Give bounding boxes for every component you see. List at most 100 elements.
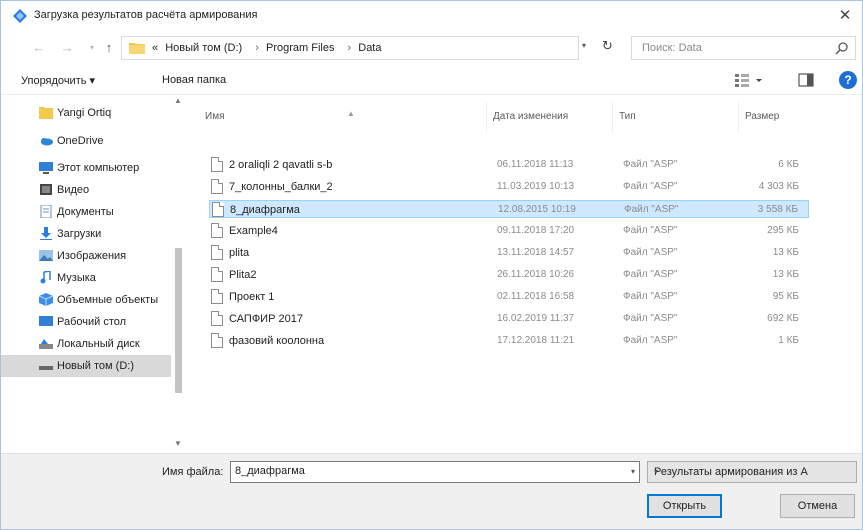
file-row-selected[interactable]: 8_диафрагма 12.08.2015 10:19 Файл "ASP" … bbox=[209, 200, 809, 218]
file-size: 4 303 КБ bbox=[758, 181, 799, 192]
nav-item-label: Локальный диск bbox=[57, 338, 140, 350]
open-button[interactable]: Открыть bbox=[647, 494, 722, 518]
file-open-dialog: Загрузка результатов расчёта армирования… bbox=[0, 0, 863, 530]
chevron-down-icon[interactable]: ▾ bbox=[631, 467, 635, 476]
breadcrumb-data[interactable]: Data bbox=[358, 42, 381, 54]
sort-ascending-icon: ▲ bbox=[347, 109, 355, 118]
cloud-icon bbox=[41, 138, 53, 146]
nav-item-video[interactable]: Видео bbox=[1, 179, 173, 201]
app-icon bbox=[13, 9, 27, 23]
file-date: 17.12.2018 11:21 bbox=[497, 335, 575, 346]
nav-item-label: Загрузки bbox=[57, 228, 102, 240]
file-icon bbox=[211, 289, 223, 304]
breadcrumb-overflow[interactable]: « bbox=[152, 42, 158, 54]
history-dropdown-icon[interactable]: ▾ bbox=[84, 39, 100, 57]
file-icon bbox=[211, 311, 223, 326]
address-bar[interactable]: « Новый том (D:) › Program Files › Data bbox=[121, 36, 579, 60]
breadcrumb-program-files[interactable]: Program Files bbox=[266, 42, 334, 54]
file-size: 13 КБ bbox=[772, 247, 799, 258]
nav-item-3d-objects[interactable]: Объемные объекты bbox=[1, 289, 173, 311]
file-row[interactable]: САПФИР 2017 16.02.2019 11:37 Файл "ASP" … bbox=[209, 310, 809, 328]
scrollbar-thumb[interactable] bbox=[175, 248, 182, 393]
close-button[interactable]: ✕ bbox=[834, 5, 856, 27]
cancel-button[interactable]: Отмена bbox=[780, 494, 855, 518]
nav-item-desktop[interactable]: Рабочий стол bbox=[1, 311, 173, 333]
filename-combobox[interactable]: ▾ bbox=[230, 461, 640, 483]
file-type: Файл "ASP" bbox=[624, 204, 679, 215]
column-header-name[interactable]: Имя ▲ bbox=[199, 102, 487, 132]
breadcrumb-drive[interactable]: Новый том (D:) bbox=[165, 42, 242, 54]
drive-icon bbox=[39, 366, 53, 370]
navigation-pane: Yangi Ortiq OneDrive Этот компьютер Виде… bbox=[1, 96, 186, 453]
breadcrumb-separator: › bbox=[255, 42, 259, 54]
file-icon bbox=[211, 157, 223, 172]
nav-item-this-pc[interactable]: Этот компьютер bbox=[1, 157, 173, 179]
new-folder-button[interactable]: Новая папка bbox=[162, 74, 226, 86]
file-row[interactable]: 7_колонны_балки_2 11.03.2019 10:13 Файл … bbox=[209, 178, 809, 196]
file-row[interactable]: Plita2 26.11.2018 10:26 Файл "ASP" 13 КБ bbox=[209, 266, 809, 284]
file-size: 13 КБ bbox=[772, 269, 799, 280]
nav-scrollbar[interactable]: ▲ ▼ bbox=[171, 96, 185, 453]
help-icon[interactable]: ? bbox=[839, 71, 857, 89]
file-row[interactable]: Example4 09.11.2018 17:20 Файл "ASP" 295… bbox=[209, 222, 809, 240]
nav-item-label: OneDrive bbox=[57, 135, 104, 147]
file-type: Файл "ASP" bbox=[623, 291, 678, 302]
title-bar: Загрузка результатов расчёта армирования… bbox=[1, 1, 862, 31]
up-arrow-icon[interactable]: ↑ bbox=[101, 39, 117, 57]
scroll-up-icon[interactable]: ▲ bbox=[174, 96, 182, 105]
file-date: 13.11.2018 14:57 bbox=[497, 247, 575, 258]
file-row[interactable]: plita 13.11.2018 14:57 Файл "ASP" 13 КБ bbox=[209, 244, 809, 262]
file-date: 09.11.2018 17:20 bbox=[497, 225, 575, 236]
address-dropdown-icon[interactable]: ▾ bbox=[582, 41, 586, 50]
file-size: 95 КБ bbox=[772, 291, 799, 302]
file-icon bbox=[211, 179, 223, 194]
nav-item-downloads[interactable]: Загрузки bbox=[1, 223, 173, 245]
breadcrumb-separator: › bbox=[347, 42, 352, 54]
file-date: 11.03.2019 10:13 bbox=[497, 181, 575, 192]
column-header-type[interactable]: Тип bbox=[613, 102, 739, 132]
file-list: Имя ▲ Дата изменения Тип Размер 2 oraliq… bbox=[199, 96, 862, 446]
nav-item-yangi-ortiq[interactable]: Yangi Ortiq bbox=[1, 102, 173, 124]
search-box[interactable]: Поиск: Data bbox=[631, 36, 856, 60]
filetype-select[interactable]: Результаты армирования из А ▾ bbox=[647, 461, 857, 483]
file-name: 8_диафрагма bbox=[230, 204, 300, 216]
nav-item-music[interactable]: Музыка bbox=[1, 267, 173, 289]
back-arrow-icon[interactable]: ← bbox=[31, 39, 47, 57]
forward-arrow-icon[interactable]: → bbox=[59, 39, 75, 57]
scroll-down-icon[interactable]: ▼ bbox=[174, 439, 182, 448]
pictures-icon bbox=[39, 250, 53, 261]
file-date: 12.08.2015 10:19 bbox=[498, 204, 576, 215]
window-title: Загрузка результатов расчёта армирования bbox=[34, 9, 258, 21]
refresh-icon[interactable]: ↻ bbox=[602, 38, 613, 54]
file-icon bbox=[211, 223, 223, 238]
3d-objects-icon bbox=[39, 293, 53, 306]
nav-item-pictures[interactable]: Изображения bbox=[1, 245, 173, 267]
file-name: Проект 1 bbox=[229, 291, 275, 303]
view-options-icon[interactable] bbox=[733, 72, 765, 88]
computer-icon bbox=[39, 162, 53, 174]
nav-item-label: Изображения bbox=[57, 250, 127, 262]
nav-item-label: Рабочий стол bbox=[57, 316, 127, 328]
file-row[interactable]: фазовий коолонна 17.12.2018 11:21 Файл "… bbox=[209, 332, 809, 350]
nav-item-new-volume-d[interactable]: Новый том (D:) bbox=[1, 355, 173, 377]
nav-item-label: Музыка bbox=[57, 272, 96, 284]
file-size: 692 КБ bbox=[767, 313, 799, 324]
dialog-footer: Имя файла: ▾ Результаты армирования из А… bbox=[1, 453, 862, 529]
preview-pane-icon[interactable] bbox=[798, 72, 814, 88]
file-name: Example4 bbox=[229, 225, 278, 237]
chevron-down-icon: ▾ bbox=[654, 467, 659, 476]
file-row[interactable]: Проект 1 02.11.2018 16:58 Файл "ASP" 95 … bbox=[209, 288, 809, 306]
nav-item-local-disk[interactable]: Локальный диск bbox=[1, 333, 173, 355]
drive-icon bbox=[39, 339, 53, 349]
file-row[interactable]: 2 oraliqli 2 qavatli s-b 06.11.2018 11:1… bbox=[209, 156, 809, 174]
nav-item-onedrive[interactable]: OneDrive bbox=[1, 130, 173, 152]
file-date: 06.11.2018 11:13 bbox=[497, 159, 574, 170]
column-header-size[interactable]: Размер bbox=[739, 102, 829, 132]
column-header-date[interactable]: Дата изменения bbox=[487, 102, 613, 132]
file-name: plita bbox=[229, 247, 250, 259]
downloads-icon bbox=[40, 227, 52, 240]
organize-button[interactable]: Упорядочить ▾ bbox=[21, 74, 95, 87]
nav-item-documents[interactable]: Документы bbox=[1, 201, 173, 223]
file-type: Файл "ASP" bbox=[623, 313, 678, 324]
filename-input[interactable] bbox=[235, 465, 615, 477]
